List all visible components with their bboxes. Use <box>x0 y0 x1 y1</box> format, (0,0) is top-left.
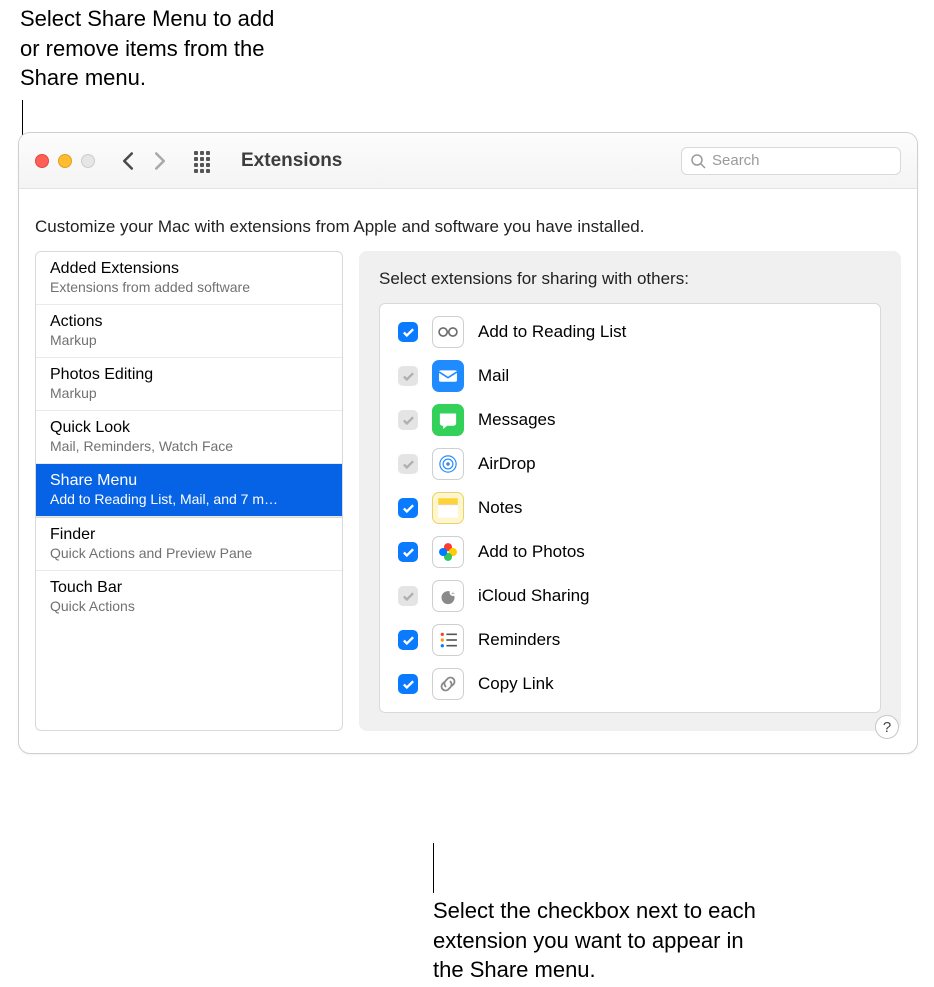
extension-label: Reminders <box>478 630 560 650</box>
mail-icon <box>435 363 461 389</box>
check-icon <box>402 546 415 559</box>
messages-icon <box>435 407 461 433</box>
extension-row-messages: Messages <box>380 398 880 442</box>
sidebar-item-added-extensions[interactable]: Added ExtensionsExtensions from added so… <box>36 252 342 305</box>
extension-row-reminders: Reminders <box>380 618 880 662</box>
extension-icon <box>432 360 464 392</box>
extension-icon <box>432 492 464 524</box>
extension-label: Mail <box>478 366 509 386</box>
extension-label: Messages <box>478 410 555 430</box>
window-title: Extensions <box>241 150 342 172</box>
extension-icon <box>432 624 464 656</box>
sidebar-item-title: Actions <box>50 313 328 331</box>
all-prefs-icon[interactable] <box>193 150 215 172</box>
extension-list: Add to Reading List Mail Messages AirDrop No… <box>379 303 881 713</box>
extension-checkbox <box>398 410 418 430</box>
toolbar: Extensions Search <box>19 133 917 189</box>
callout-top: Select Share Menu to add or remove items… <box>20 4 300 93</box>
sidebar-item-subtitle: Markup <box>50 332 328 348</box>
sidebar-item-subtitle: Extensions from added software <box>50 279 328 295</box>
back-icon[interactable] <box>121 151 135 171</box>
callout-line-bottom-v <box>433 843 434 893</box>
extension-row-airdrop: AirDrop <box>380 442 880 486</box>
traffic-lights <box>35 154 95 168</box>
sidebar-item-share-menu[interactable]: Share MenuAdd to Reading List, Mail, and… <box>36 464 342 517</box>
extension-icon <box>432 536 464 568</box>
extension-icon <box>432 668 464 700</box>
icloud-icon: + <box>435 583 461 609</box>
extension-checkbox[interactable] <box>398 630 418 650</box>
extension-icon <box>432 316 464 348</box>
sidebar-item-photos-editing[interactable]: Photos EditingMarkup <box>36 358 342 411</box>
callout-bottom: Select the checkbox next to each extensi… <box>433 896 773 985</box>
detail-heading: Select extensions for sharing with other… <box>379 269 881 289</box>
sidebar-item-finder[interactable]: FinderQuick Actions and Preview Pane <box>36 518 342 571</box>
extension-label: iCloud Sharing <box>478 586 590 606</box>
photos-icon <box>435 539 461 565</box>
extension-checkbox[interactable] <box>398 674 418 694</box>
search-field[interactable]: Search <box>681 147 901 175</box>
extension-icon: + <box>432 580 464 612</box>
sidebar-item-subtitle: Markup <box>50 385 328 401</box>
check-icon <box>402 458 415 471</box>
search-placeholder: Search <box>712 152 760 169</box>
check-icon <box>402 326 415 339</box>
sidebar-item-title: Finder <box>50 526 328 544</box>
link-icon <box>435 671 461 697</box>
sidebar-item-title: Touch Bar <box>50 579 328 597</box>
intro-text: Customize your Mac with extensions from … <box>19 189 917 251</box>
sidebar-item-subtitle: Mail, Reminders, Watch Face <box>50 438 328 454</box>
extension-icon <box>432 404 464 436</box>
content-split: Added ExtensionsExtensions from added so… <box>19 251 917 753</box>
check-icon <box>402 502 415 515</box>
glasses-icon <box>435 319 461 345</box>
extension-label: Copy Link <box>478 674 554 694</box>
nav-buttons <box>121 151 167 171</box>
check-icon <box>402 370 415 383</box>
sidebar-item-title: Photos Editing <box>50 366 328 384</box>
extension-checkbox[interactable] <box>398 498 418 518</box>
notes-icon <box>435 495 461 521</box>
extension-checkbox <box>398 586 418 606</box>
extension-label: Add to Photos <box>478 542 585 562</box>
check-icon <box>402 634 415 647</box>
sidebar-item-subtitle: Quick Actions <box>50 598 328 614</box>
extension-label: Add to Reading List <box>478 322 626 342</box>
extension-row-icloud-sharing: + iCloud Sharing <box>380 574 880 618</box>
extension-checkbox <box>398 454 418 474</box>
close-button[interactable] <box>35 154 49 168</box>
extension-checkbox[interactable] <box>398 542 418 562</box>
detail-pane: Select extensions for sharing with other… <box>359 251 901 731</box>
extension-row-add-to-photos: Add to Photos <box>380 530 880 574</box>
sidebar-item-subtitle: Quick Actions and Preview Pane <box>50 545 328 561</box>
sidebar-item-actions[interactable]: ActionsMarkup <box>36 305 342 358</box>
sidebar-item-title: Quick Look <box>50 419 328 437</box>
extension-checkbox <box>398 366 418 386</box>
maximize-button[interactable] <box>81 154 95 168</box>
extension-row-notes: Notes <box>380 486 880 530</box>
sidebar-item-subtitle: Add to Reading List, Mail, and 7 m… <box>50 491 328 507</box>
minimize-button[interactable] <box>58 154 72 168</box>
check-icon <box>402 414 415 427</box>
help-button[interactable]: ? <box>875 715 899 739</box>
check-icon <box>402 678 415 691</box>
check-icon <box>402 590 415 603</box>
extension-row-add-to-reading-list: Add to Reading List <box>380 310 880 354</box>
sidebar-item-quick-look[interactable]: Quick LookMail, Reminders, Watch Face <box>36 411 342 464</box>
sidebar-item-title: Added Extensions <box>50 260 328 278</box>
category-sidebar: Added ExtensionsExtensions from added so… <box>35 251 343 731</box>
extension-checkbox[interactable] <box>398 322 418 342</box>
extension-label: AirDrop <box>478 454 536 474</box>
extension-row-copy-link: Copy Link <box>380 662 880 706</box>
airdrop-icon <box>435 451 461 477</box>
reminders-icon <box>435 627 461 653</box>
preferences-window: Extensions Search Customize your Mac wit… <box>18 132 918 754</box>
forward-icon[interactable] <box>153 151 167 171</box>
extension-icon <box>432 448 464 480</box>
sidebar-item-touch-bar[interactable]: Touch BarQuick Actions <box>36 571 342 623</box>
extension-label: Notes <box>478 498 522 518</box>
sidebar-item-title: Share Menu <box>50 472 328 490</box>
search-icon <box>690 153 706 169</box>
extension-row-mail: Mail <box>380 354 880 398</box>
